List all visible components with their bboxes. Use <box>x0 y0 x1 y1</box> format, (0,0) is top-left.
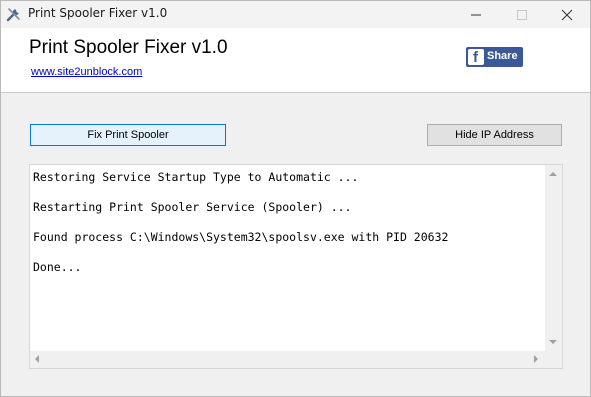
window-title: Print Spooler Fixer v1.0 <box>28 6 168 20</box>
scroll-right-icon <box>534 355 538 363</box>
log-line: Restarting Print Spooler Service (Spoole… <box>33 200 352 214</box>
app-window: Print Spooler Fixer v1.0 Print Spooler F… <box>0 0 591 397</box>
scroll-left-icon <box>35 355 39 363</box>
log-output[interactable]: Restoring Service Startup Type to Automa… <box>29 164 563 369</box>
scrollbar-corner <box>545 351 562 368</box>
close-button[interactable] <box>544 1 590 28</box>
wrench-icon <box>6 6 22 22</box>
hide-ip-address-button[interactable]: Hide IP Address <box>427 124 562 146</box>
log-text: Restoring Service Startup Type to Automa… <box>33 169 543 289</box>
facebook-icon: f <box>468 49 484 66</box>
log-line: Done... <box>33 260 82 274</box>
fix-print-spooler-button[interactable]: Fix Print Spooler <box>30 124 226 146</box>
scroll-up-icon <box>549 172 557 176</box>
close-icon <box>561 9 573 21</box>
maximize-icon <box>517 10 527 20</box>
facebook-share-button[interactable]: f Share <box>466 47 523 67</box>
header-panel: Print Spooler Fixer v1.0 www.site2unbloc… <box>1 28 590 93</box>
title-bar[interactable]: Print Spooler Fixer v1.0 <box>1 1 590 28</box>
minimize-icon <box>471 14 481 16</box>
site-link[interactable]: www.site2unblock.com <box>31 66 142 78</box>
log-line: Restoring Service Startup Type to Automa… <box>33 170 359 184</box>
horizontal-scrollbar[interactable] <box>30 351 545 368</box>
vertical-scrollbar[interactable] <box>545 165 562 351</box>
app-title: Print Spooler Fixer v1.0 <box>29 37 228 58</box>
log-line: Found process C:\Windows\System32\spools… <box>33 230 449 244</box>
share-label: Share <box>487 50 518 62</box>
minimize-button[interactable] <box>453 1 499 28</box>
scroll-down-icon <box>549 340 557 344</box>
maximize-button[interactable] <box>499 1 545 28</box>
